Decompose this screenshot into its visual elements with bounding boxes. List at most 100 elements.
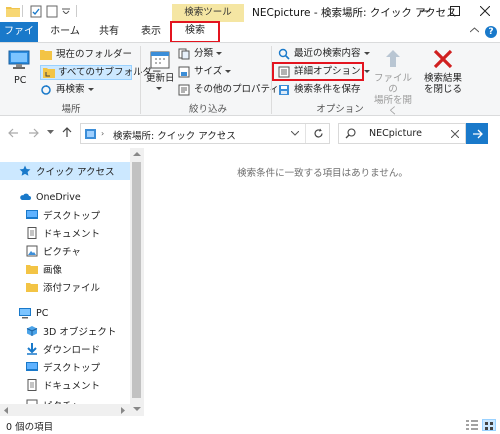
search-go-button[interactable] xyxy=(466,123,488,144)
nav-onedrive-attachments[interactable]: 添付ファイル xyxy=(26,279,100,295)
search-again-button[interactable]: 再検索 xyxy=(40,83,94,97)
status-bar: 0 個の項目 xyxy=(0,416,500,434)
open-location-icon xyxy=(386,50,400,67)
address-dropdown-icon xyxy=(291,131,299,136)
size-label: サイズ xyxy=(194,66,223,77)
star-icon xyxy=(19,165,31,176)
qa-separator xyxy=(22,5,23,17)
minimize-icon xyxy=(420,10,430,12)
nav-pc[interactable]: PC xyxy=(19,305,48,321)
chevron-down-icon xyxy=(47,130,54,134)
current-folder-button[interactable]: 現在のフォルダー xyxy=(40,47,132,62)
chevron-down-icon xyxy=(156,87,162,90)
date-modified-button[interactable]: 更新日 xyxy=(146,49,176,90)
current-folder-label: 現在のフォルダー xyxy=(56,48,133,60)
nav-pc-desktop[interactable]: デスクトップ xyxy=(26,359,100,375)
nav-item-label: デスクトップ xyxy=(43,363,101,374)
clear-search-icon xyxy=(451,130,459,138)
pc-icon xyxy=(19,308,31,319)
search-input[interactable]: NECpicture xyxy=(369,128,422,139)
search-again-icon xyxy=(41,85,51,95)
address-bar[interactable]: › 検索場所: クイック アクセス › xyxy=(80,123,330,144)
nav-onedrive-images[interactable]: 画像 xyxy=(26,261,62,277)
maximize-button[interactable] xyxy=(440,0,470,22)
nav-onedrive-label: OneDrive xyxy=(36,191,81,203)
options-group-label: オプション xyxy=(316,104,364,115)
other-properties-label: その他のプロパティ xyxy=(194,84,279,95)
nav-onedrive-desktop[interactable]: デスクトップ xyxy=(26,207,100,223)
back-button[interactable] xyxy=(8,128,19,138)
advanced-options-icon xyxy=(278,66,290,78)
nav-item-label: 3D オブジェクト xyxy=(43,327,117,338)
nav-item-label: 画像 xyxy=(43,265,63,276)
forward-button[interactable] xyxy=(28,128,39,138)
download-icon xyxy=(27,343,37,355)
properties-icon xyxy=(178,84,190,96)
search-icon xyxy=(345,128,356,139)
qa-separator xyxy=(76,5,77,17)
save-search-icon xyxy=(279,85,289,95)
properties-icon[interactable] xyxy=(30,4,42,18)
nav-onedrive-pictures[interactable]: ピクチャ xyxy=(26,243,81,259)
recent-searches-button[interactable]: 最近の検索内容 xyxy=(278,47,370,61)
tab-share[interactable]: 共有 xyxy=(90,22,128,42)
nav-3d-objects[interactable]: 3D オブジェクト xyxy=(26,323,116,339)
kind-button[interactable]: 分類 xyxy=(178,47,223,61)
close-search-label: 検索結果 を閉じる xyxy=(423,73,462,95)
nav-quick-access[interactable]: クイック アクセス xyxy=(0,162,130,180)
qa-dropdown-icon[interactable] xyxy=(62,4,70,18)
nav-item-label: デスクトップ xyxy=(43,211,101,222)
arrow-left-icon xyxy=(8,128,18,138)
pc-label: PC xyxy=(14,75,27,86)
details-view-button[interactable] xyxy=(466,420,478,430)
recent-locations-button[interactable] xyxy=(47,130,54,135)
kind-label: 分類 xyxy=(194,48,214,59)
minimize-button[interactable] xyxy=(410,0,440,22)
address-path: 検索場所: クイック アクセス xyxy=(113,131,236,142)
close-search-button[interactable]: 検索結果 を閉じる xyxy=(420,49,466,95)
tab-home[interactable]: ホーム xyxy=(46,22,84,42)
nav-onedrive[interactable]: OneDrive xyxy=(19,189,81,205)
all-subfolders-button[interactable]: すべてのサブフォルダー xyxy=(40,65,161,80)
chevron-down-icon xyxy=(87,88,94,91)
empty-results-message: 検索条件に一致する項目はありません。 xyxy=(237,168,408,179)
nav-pc-documents[interactable]: ドキュメント xyxy=(26,377,100,393)
scroll-down-icon xyxy=(133,407,141,411)
nav-onedrive-documents[interactable]: ドキュメント xyxy=(26,225,100,241)
save-search-button[interactable]: 検索条件を保存 xyxy=(278,83,361,97)
folder-icon xyxy=(26,283,38,292)
large-icons-view-button[interactable] xyxy=(482,419,496,431)
up-button[interactable] xyxy=(62,127,72,138)
date-modified-label: 更新日 xyxy=(146,73,175,84)
cube-icon xyxy=(26,326,38,336)
tab-file[interactable]: ファイル xyxy=(0,22,38,57)
nav-scrollbar-thumb[interactable] xyxy=(132,162,141,398)
nav-item-label: ピクチャ xyxy=(43,247,81,258)
size-button[interactable]: サイズ xyxy=(178,65,232,79)
collapse-ribbon-icon[interactable] xyxy=(470,27,479,33)
refresh-icon xyxy=(314,128,323,138)
calendar-icon xyxy=(150,51,170,69)
open-file-location-button[interactable]: ファイルの 場所を開く xyxy=(370,49,416,117)
nav-horizontal-scrollbar[interactable] xyxy=(0,404,130,416)
tab-search[interactable]: 検索 xyxy=(170,21,220,43)
breadcrumb-chevron-icon[interactable]: › xyxy=(101,129,104,138)
pc-button[interactable]: PC xyxy=(8,49,30,86)
document-icon xyxy=(27,227,37,239)
breadcrumb-chevron-icon[interactable]: › xyxy=(221,128,225,138)
search-box[interactable]: NECpicture xyxy=(338,123,466,144)
advanced-options-button[interactable]: 詳細オプション xyxy=(278,65,370,79)
nav-downloads[interactable]: ダウンロード xyxy=(26,341,100,357)
new-folder-qa-icon[interactable] xyxy=(46,4,58,18)
close-window-button[interactable] xyxy=(470,0,500,22)
nav-item-label: ドキュメント xyxy=(43,229,101,240)
ribbon-search: PC 現在のフォルダー すべてのサブフォルダー 再検索 場所 更新日 分類 サイ… xyxy=(0,42,500,117)
kind-icon xyxy=(178,48,190,60)
nav-scrollbar[interactable] xyxy=(130,148,144,416)
recent-searches-label: 最近の検索内容 xyxy=(294,48,361,59)
pictures-icon xyxy=(26,245,38,257)
refine-group-label: 絞り込み xyxy=(188,104,227,115)
help-icon[interactable]: ? xyxy=(485,26,497,38)
tab-view[interactable]: 表示 xyxy=(132,22,170,42)
app-folder-icon xyxy=(6,4,20,18)
